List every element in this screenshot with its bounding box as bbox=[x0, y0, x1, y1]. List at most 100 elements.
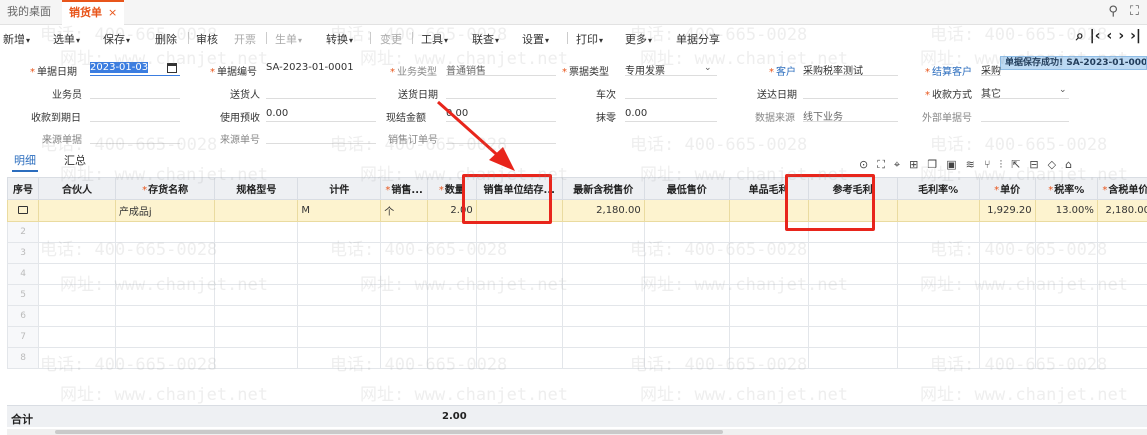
tools-button[interactable]: 工具▾ bbox=[421, 31, 448, 47]
cell-spec[interactable] bbox=[214, 199, 299, 222]
pay-method-select[interactable]: 其它 bbox=[981, 85, 1069, 100]
grid-cell[interactable] bbox=[643, 326, 730, 348]
biz-type-field[interactable]: 普通销售 bbox=[446, 62, 556, 77]
grid-cell[interactable] bbox=[561, 347, 645, 369]
cell-margin-rate[interactable] bbox=[896, 199, 980, 222]
grid-cell[interactable] bbox=[807, 284, 898, 306]
grid-cell[interactable] bbox=[1034, 284, 1098, 306]
grid-cell[interactable] bbox=[380, 347, 428, 369]
cell-partner[interactable] bbox=[38, 199, 116, 222]
grid-cell[interactable] bbox=[38, 284, 116, 306]
chevron-down-icon[interactable]: ⌄ bbox=[704, 63, 712, 73]
col-header-index[interactable]: 序号 bbox=[6, 177, 40, 200]
grid-cell[interactable] bbox=[1034, 242, 1098, 264]
grid-cell[interactable] bbox=[896, 242, 980, 264]
columns-icon[interactable]: ⊟ bbox=[1029, 158, 1047, 171]
fullscreen-icon[interactable]: ⛶ bbox=[1130, 4, 1139, 19]
grid-cell[interactable] bbox=[1096, 347, 1147, 369]
close-tab-icon[interactable]: × bbox=[108, 6, 117, 19]
chart-icon[interactable]: ⫶ bbox=[999, 158, 1011, 171]
settle-customer-label[interactable]: * 结算客户 bbox=[925, 63, 972, 78]
grid-cell[interactable] bbox=[114, 305, 216, 327]
source-no-field[interactable] bbox=[266, 130, 376, 144]
customer-field[interactable]: 采购税率测试 bbox=[803, 62, 898, 77]
data-source-field[interactable]: 线下业务 bbox=[803, 108, 898, 123]
grid-cell[interactable] bbox=[561, 305, 645, 327]
grid-cell[interactable] bbox=[978, 347, 1036, 369]
doc-no-field[interactable]: SA-2023-01-0001 bbox=[266, 62, 376, 76]
grid-cell[interactable] bbox=[114, 221, 216, 243]
grid-cell[interactable] bbox=[380, 221, 428, 243]
new-button[interactable]: 新增▾ bbox=[3, 31, 30, 47]
grid-cell[interactable] bbox=[807, 326, 898, 348]
row-number[interactable]: 3 bbox=[6, 242, 40, 264]
grid-cell[interactable] bbox=[38, 347, 116, 369]
grid-cell[interactable] bbox=[297, 326, 382, 348]
col-header-piece[interactable]: 计件 bbox=[297, 177, 382, 200]
grid-cell[interactable] bbox=[214, 326, 299, 348]
settings-button[interactable]: 设置▾ bbox=[522, 31, 549, 47]
row-detail-icon[interactable] bbox=[18, 206, 29, 214]
col-header-spec[interactable]: 规格型号 bbox=[214, 177, 299, 200]
delete-button[interactable]: 删除 bbox=[155, 31, 177, 47]
row-number[interactable]: 8 bbox=[6, 347, 40, 369]
grid-cell[interactable] bbox=[1096, 263, 1147, 285]
grid-cell[interactable] bbox=[643, 242, 730, 264]
grid-cell[interactable] bbox=[1096, 242, 1147, 264]
tab-detail[interactable]: 明细 bbox=[12, 152, 38, 172]
grid-cell[interactable] bbox=[1096, 221, 1147, 243]
grid-cell[interactable] bbox=[475, 221, 563, 243]
grid-cell[interactable] bbox=[1096, 326, 1147, 348]
grid-cell[interactable] bbox=[426, 305, 477, 327]
grid-cell[interactable] bbox=[426, 263, 477, 285]
row-number[interactable]: 4 bbox=[6, 263, 40, 285]
cell-min-price[interactable] bbox=[643, 199, 730, 222]
grid-cell[interactable] bbox=[1034, 263, 1098, 285]
grid-cell[interactable] bbox=[426, 242, 477, 264]
prev-record-icon[interactable]: ‹ bbox=[1107, 28, 1113, 44]
grid-cell[interactable] bbox=[728, 305, 809, 327]
grid-cell[interactable] bbox=[297, 263, 382, 285]
scrollbar-thumb[interactable] bbox=[55, 430, 723, 434]
grid-cell[interactable] bbox=[896, 347, 980, 369]
source-doc-field[interactable] bbox=[90, 130, 180, 144]
row-number[interactable]: 6 bbox=[6, 305, 40, 327]
grid-cell[interactable] bbox=[475, 263, 563, 285]
grid-cell[interactable] bbox=[896, 326, 980, 348]
table-row[interactable]: 6 bbox=[6, 305, 1147, 327]
col-header-sales-unit[interactable]: *销售... bbox=[380, 177, 428, 200]
grid-cell[interactable] bbox=[297, 221, 382, 243]
horizontal-scrollbar[interactable] bbox=[7, 429, 1147, 435]
grid-cell[interactable] bbox=[561, 242, 645, 264]
table-row[interactable]: 8 bbox=[6, 347, 1147, 369]
select-doc-button[interactable]: 选单▾ bbox=[53, 31, 80, 47]
grid-cell[interactable] bbox=[380, 305, 428, 327]
share-doc-button[interactable]: 单据分享 bbox=[676, 31, 720, 47]
grid-cell[interactable] bbox=[426, 221, 477, 243]
grid-cell[interactable] bbox=[426, 284, 477, 306]
grid-cell[interactable] bbox=[475, 347, 563, 369]
export-icon[interactable]: ⇱ bbox=[1011, 158, 1029, 171]
table-row[interactable]: 产成品j M 个 2.00 2,180.00 1,929.20 13.00% 2… bbox=[6, 199, 1147, 222]
grid-cell[interactable] bbox=[1034, 305, 1098, 327]
grid-cell[interactable] bbox=[475, 242, 563, 264]
grid-cell[interactable] bbox=[728, 347, 809, 369]
last-record-icon[interactable]: ›| bbox=[1130, 28, 1141, 44]
chevron-down-icon[interactable]: ⌄ bbox=[1059, 85, 1067, 95]
convert-button[interactable]: 转换▾ bbox=[326, 31, 353, 47]
grid-cell[interactable] bbox=[728, 263, 809, 285]
due-date-field[interactable] bbox=[90, 108, 180, 122]
col-header-partner[interactable]: 合伙人 bbox=[38, 177, 116, 200]
save-button[interactable]: 保存▾ bbox=[103, 31, 130, 47]
grid-cell[interactable] bbox=[114, 242, 216, 264]
home-icon[interactable]: ⌂ bbox=[1065, 158, 1081, 171]
col-header-min-price[interactable]: 最低售价 bbox=[643, 177, 730, 200]
copy-row-icon[interactable]: ❐ bbox=[927, 158, 946, 171]
cell-unit-price[interactable]: 1,929.20 bbox=[978, 199, 1036, 222]
next-record-icon[interactable]: › bbox=[1118, 28, 1124, 44]
cell-tax-price[interactable]: 2,180.00 bbox=[1096, 199, 1147, 222]
grid-cell[interactable] bbox=[1034, 347, 1098, 369]
grid-cell[interactable] bbox=[896, 263, 980, 285]
grid-cell[interactable] bbox=[1034, 221, 1098, 243]
grid-cell[interactable] bbox=[114, 347, 216, 369]
